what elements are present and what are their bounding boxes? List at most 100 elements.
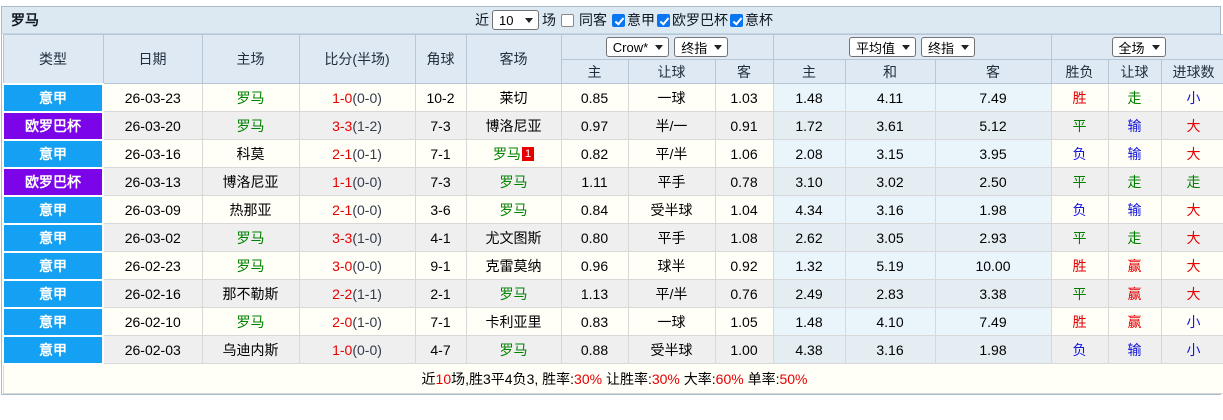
team-name: 博洛尼亚 [485, 117, 542, 134]
away-team: 罗马 [465, 279, 562, 308]
filter-controls: 近 10 场 同客 意甲 欧罗巴杯 意杯 [472, 7, 773, 33]
euro-away-odds: 2.93 [934, 223, 1052, 252]
match-row: 意甲 26-02-03 乌迪内斯 1-0(0-0) 4-7 罗马 0.88 受半球 1.00 4.… [2, 334, 1223, 365]
col-header-corner: 角球 [414, 34, 467, 84]
team-name: 博洛尼亚 [222, 173, 279, 190]
asian-away-odds: 1.08 [714, 223, 774, 252]
team-name: 罗马 [499, 285, 528, 302]
euro-draw-odds: 3.16 [844, 335, 936, 364]
handicap-line: 半/一 [627, 111, 716, 140]
league-filter-checkbox[interactable] [657, 13, 670, 27]
corner-score: 7-3 [414, 111, 467, 140]
asian-home-odds: 1.11 [560, 167, 629, 196]
league-badge: 欧罗巴杯 [2, 110, 104, 141]
match-row: 欧罗巴杯 26-03-20 罗马 3-3(1-2) 7-3 博洛尼亚 0.97 半/一 0.91… [2, 110, 1223, 141]
euro-home-odds: 1.48 [772, 83, 846, 112]
result-handicap: 走 [1107, 167, 1162, 196]
asian-home-odds: 0.82 [560, 139, 629, 168]
euro-draw-odds: 4.11 [844, 83, 936, 112]
result-handicap: 输 [1107, 111, 1162, 140]
score-cell: 1-1(0-0) [298, 167, 416, 196]
result-outcome: 负 [1050, 139, 1109, 168]
team-name: 克雷莫纳 [485, 257, 542, 274]
result-handicap: 输 [1107, 335, 1162, 364]
result-handicap: 走 [1107, 83, 1162, 112]
home-team: 那不勒斯 [201, 279, 300, 308]
league-filter-checkbox[interactable] [730, 13, 743, 27]
euro-odds-group-header: 平均值 终指 [772, 34, 1052, 60]
games-count-select[interactable]: 10 [492, 10, 539, 30]
away-team: 莱切 [465, 83, 562, 112]
euro-draw-odds: 3.05 [844, 223, 936, 252]
match-date: 26-02-23 [102, 251, 203, 280]
team-name: 罗马 [236, 89, 265, 106]
match-row: 意甲 26-02-23 罗马 3-0(0-0) 9-1 克雷莫纳 0.96 球半 0.92 1.3… [2, 250, 1223, 281]
halftime-score: (0-0) [352, 257, 382, 274]
fulltime-score: 1-0 [332, 89, 353, 106]
roma-stats-page: 罗马 近 10 场 同客 意甲 欧罗巴杯 意杯 类型 日期 主场 比分(半场) … [0, 0, 1223, 420]
summary-text: 场,胜3平4负3, 胜率: [451, 370, 575, 387]
euro-away-odds: 2.50 [934, 167, 1052, 196]
result-outcome: 平 [1050, 279, 1109, 308]
euro-home-odds: 1.72 [772, 111, 846, 140]
result-outcome: 胜 [1050, 307, 1109, 336]
match-date: 26-03-13 [102, 167, 203, 196]
result-outcome: 平 [1050, 111, 1109, 140]
asian-away-odds: 1.06 [714, 139, 774, 168]
home-team: 罗马 [201, 223, 300, 252]
halftime-score: (0-0) [352, 173, 382, 190]
team-name: 卡利亚里 [485, 313, 542, 330]
corner-score: 3-6 [414, 195, 467, 224]
asian-away-odds: 0.78 [714, 167, 774, 196]
average-select[interactable]: 平均值 [848, 37, 916, 57]
col-header-home: 主场 [201, 34, 300, 84]
bookmaker-select[interactable]: Crow* [605, 37, 670, 57]
result-outcome: 胜 [1050, 251, 1109, 280]
col-header-euro-home: 主 [772, 59, 846, 84]
handicap-line: 受半球 [627, 335, 716, 364]
score-cell: 2-0(1-0) [298, 307, 416, 336]
games-label: 场 [542, 12, 556, 28]
match-row: 意甲 26-03-02 罗马 3-3(1-0) 4-1 尤文图斯 0.80 平手 1.08 2.6… [2, 222, 1223, 253]
table-header: 类型 日期 主场 比分(半场) 角球 客场 Crow* 终指 平均值 终指 全场… [2, 34, 1223, 84]
league-filter-checkbox[interactable] [612, 13, 625, 27]
league-badge: 意甲 [2, 334, 104, 365]
col-header-handicap-result: 让球 [1107, 59, 1162, 84]
summary-stat-value: 50% [779, 370, 808, 387]
euro-away-odds: 3.38 [934, 279, 1052, 308]
league-badge: 意甲 [2, 194, 104, 225]
col-header-score: 比分(半场) [298, 34, 416, 84]
league-badge: 意甲 [2, 278, 104, 309]
summary-stat-value: 60% [715, 370, 744, 387]
euro-final-index-select[interactable]: 终指 [921, 37, 976, 57]
away-team: 博洛尼亚 [465, 111, 562, 140]
team-name: 罗马 [236, 257, 265, 274]
col-header-outcome: 胜负 [1050, 59, 1109, 84]
same-away-checkbox[interactable] [561, 13, 574, 27]
halftime-score: (0-0) [352, 89, 382, 106]
asian-home-odds: 0.80 [560, 223, 629, 252]
summary-text: 大率: [679, 370, 716, 387]
match-date: 26-03-23 [102, 83, 203, 112]
chevron-down-icon [902, 44, 910, 50]
home-team: 科莫 [201, 139, 300, 168]
chevron-down-icon [714, 44, 723, 50]
full-match-select[interactable]: 全场 [1111, 37, 1166, 57]
euro-draw-odds: 3.61 [844, 111, 936, 140]
corner-score: 4-7 [414, 335, 467, 364]
team-name: 罗马 [236, 313, 265, 330]
score-cell: 3-0(0-0) [298, 251, 416, 280]
asian-final-index-select[interactable]: 终指 [674, 37, 729, 57]
league-filter-label: 意杯 [745, 12, 773, 28]
score-cell: 2-1(0-0) [298, 195, 416, 224]
match-date: 26-03-16 [102, 139, 203, 168]
home-team: 罗马 [201, 111, 300, 140]
result-goals: 大 [1160, 195, 1223, 224]
col-header-handicap: 让球 [627, 59, 716, 84]
result-handicap: 赢 [1107, 279, 1162, 308]
euro-home-odds: 4.38 [772, 335, 846, 364]
corner-score: 4-1 [414, 223, 467, 252]
euro-home-odds: 1.32 [772, 251, 846, 280]
euro-away-odds: 1.98 [934, 195, 1052, 224]
league-filter-label: 意甲 [627, 12, 655, 28]
